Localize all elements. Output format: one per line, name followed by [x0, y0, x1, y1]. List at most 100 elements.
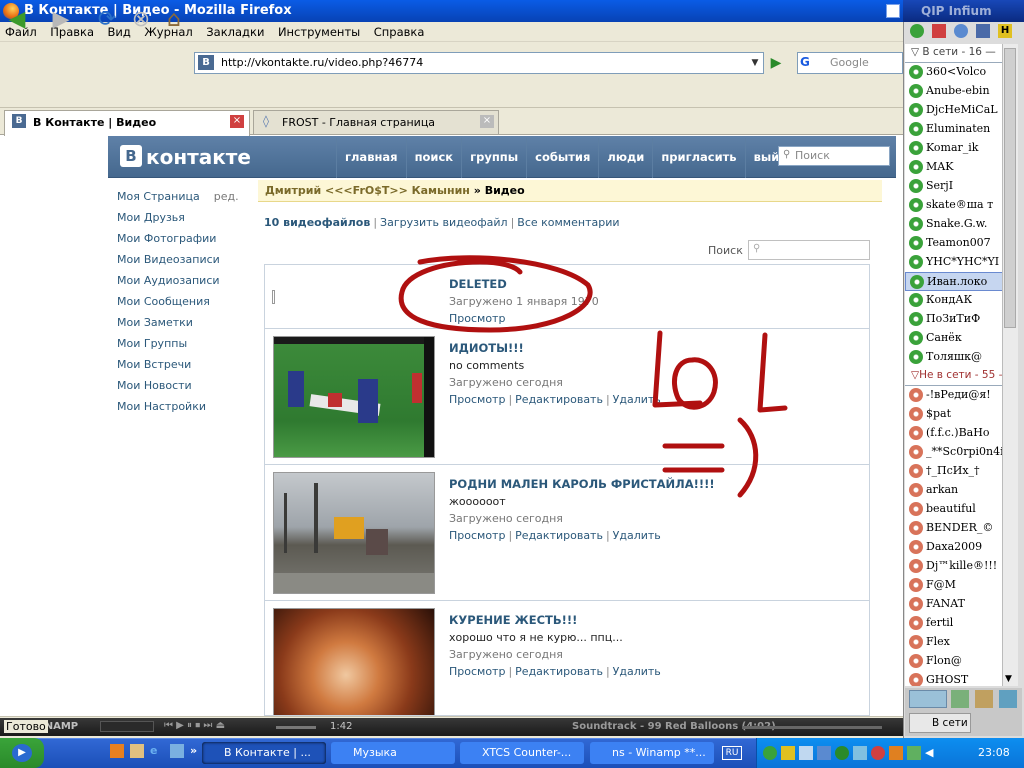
tab-close-icon[interactable]: × — [480, 115, 494, 128]
start-button[interactable]: ▶ — [0, 738, 44, 768]
tab-frost[interactable]: FROST - Главная страница — [253, 110, 499, 134]
view-link[interactable]: Просмотр — [449, 312, 505, 325]
menu-my-page[interactable]: Моя Страница ред. — [117, 190, 257, 211]
search-icon: ⚲ — [753, 243, 761, 254]
winamp-controls-icon[interactable]: ⏮ ▶ ⏸ ⏹ ⏭ ⏏ — [164, 720, 225, 731]
upload-video-link[interactable]: Загрузить видеофайл — [380, 216, 508, 229]
nav-invite[interactable]: пригласить — [652, 138, 744, 178]
tray-icon[interactable] — [799, 746, 813, 760]
video-title[interactable]: ИДИОТЫ!!! — [449, 341, 524, 355]
video-thumbnail[interactable] — [273, 336, 435, 458]
menu-my-friends[interactable]: Мои Друзья — [117, 211, 257, 232]
tab-close-icon[interactable]: × — [230, 115, 244, 128]
delete-link[interactable]: Удалить — [613, 665, 661, 678]
ie-icon[interactable]: e — [150, 744, 164, 758]
menu-tools[interactable]: Инструменты — [273, 22, 365, 42]
nav-search[interactable]: поиск — [405, 138, 462, 178]
url-dropdown-icon[interactable]: ▼ — [746, 53, 764, 73]
vk-logo-icon: B — [120, 145, 142, 167]
google-icon[interactable]: G — [800, 55, 814, 70]
edit-link[interactable]: Редактировать — [515, 665, 603, 678]
edit-link[interactable]: Редактировать — [515, 529, 603, 542]
all-comments-link[interactable]: Все комментарии — [517, 216, 619, 229]
menu-my-messages[interactable]: Мои Сообщения — [117, 295, 257, 316]
video-title[interactable]: DELETED — [449, 277, 507, 291]
edit-link[interactable]: Редактировать — [515, 393, 603, 406]
tray-icon[interactable] — [907, 746, 921, 760]
qip-history-icon[interactable]: H — [998, 24, 1012, 38]
menu-my-audio[interactable]: Мои Аудиозаписи — [117, 274, 257, 295]
scroll-down-icon[interactable]: ▼ — [1005, 674, 1012, 684]
qip-status-button[interactable]: В сети — [909, 713, 971, 733]
tray-icon[interactable] — [871, 746, 885, 760]
qip-contacts-icon[interactable] — [976, 24, 990, 38]
tray-icon[interactable] — [781, 746, 795, 760]
video-date: Загружено сегодня — [449, 648, 563, 661]
menu-my-notes[interactable]: Мои Заметки — [117, 316, 257, 337]
tray-icon[interactable] — [835, 746, 849, 760]
nav-home[interactable]: главная — [336, 138, 406, 178]
qip-scrollbar[interactable]: ▼ — [1002, 44, 1018, 686]
edit-link[interactable]: ред. — [214, 190, 239, 203]
taskbar-music-folder[interactable]: Музыка — [331, 742, 455, 764]
winamp-seek-bar[interactable] — [742, 726, 882, 729]
qip-menu-button[interactable] — [909, 690, 947, 708]
quick-launch: e » — [110, 744, 200, 762]
taskbar-firefox[interactable]: В Контакте | ... — [202, 742, 326, 764]
menu-my-events[interactable]: Мои Встречи — [117, 358, 257, 379]
nav-people[interactable]: люди — [598, 138, 652, 178]
qip-search-icon[interactable] — [954, 24, 968, 38]
video-thumbnail[interactable] — [273, 608, 435, 715]
video-search-input[interactable] — [748, 240, 870, 260]
tray-icon[interactable] — [763, 746, 777, 760]
menu-help[interactable]: Справка — [369, 22, 430, 42]
qip-mail-icon[interactable] — [932, 24, 946, 38]
status-text: Готово — [4, 720, 48, 733]
qip-users-icon[interactable] — [975, 690, 993, 708]
tray-icon[interactable] — [853, 746, 867, 760]
reload-icon[interactable]: ⟳ — [94, 8, 120, 32]
tab-vkontakte[interactable]: В Контакте | Видео — [4, 110, 250, 136]
stop-icon[interactable]: ⊗ — [128, 8, 154, 32]
taskbar-counter-strike[interactable]: XTCS Counter-... — [460, 742, 584, 764]
qip-status-icon[interactable] — [910, 24, 924, 38]
nav-events[interactable]: события — [526, 138, 598, 178]
search-icon: ⚲ — [783, 149, 791, 160]
delete-link[interactable]: Удалить — [613, 529, 661, 542]
view-link[interactable]: Просмотр — [449, 665, 505, 678]
menu-my-news[interactable]: Мои Новости — [117, 379, 257, 400]
qip-settings-icon[interactable] — [999, 690, 1017, 708]
ql-more-icon[interactable]: » — [190, 744, 197, 762]
forward-arrow-icon[interactable]: ▶ — [48, 8, 74, 32]
tray-icon[interactable] — [817, 746, 831, 760]
minimize-button[interactable] — [886, 4, 900, 18]
breadcrumb-user-link[interactable]: Дмитрий <<<FrO$T>> Камынин — [265, 184, 470, 197]
menu-my-videos[interactable]: Мои Видеозаписи — [117, 253, 257, 274]
language-indicator[interactable]: RU — [722, 746, 742, 760]
vk-logo[interactable]: Bконтакте — [120, 145, 251, 169]
url-bar[interactable]: http://vkontakte.ru/video.php?46774 — [194, 52, 764, 74]
home-icon[interactable]: ⌂ — [161, 8, 187, 32]
ql-app-icon[interactable] — [110, 744, 124, 758]
tray-icon[interactable] — [889, 746, 903, 760]
view-link[interactable]: Просмотр — [449, 529, 505, 542]
video-item: ИДИОТЫ!!! no comments Загружено сегодня … — [265, 329, 869, 465]
video-title[interactable]: КУРЕНИЕ ЖЕСТЬ!!! — [449, 613, 577, 627]
qip-add-contact-icon[interactable] — [951, 690, 969, 708]
menu-bookmarks[interactable]: Закладки — [201, 22, 269, 42]
winamp-volume-slider[interactable] — [276, 726, 316, 729]
go-button[interactable]: ▶ — [765, 52, 787, 74]
delete-link[interactable]: Удалить — [613, 393, 661, 406]
menu-my-groups[interactable]: Мои Группы — [117, 337, 257, 358]
view-link[interactable]: Просмотр — [449, 393, 505, 406]
taskbar-winamp[interactable]: ns - Winamp **... — [590, 742, 714, 764]
video-thumbnail[interactable] — [273, 472, 435, 594]
menu-my-photos[interactable]: Мои Фотографии — [117, 232, 257, 253]
nav-groups[interactable]: группы — [461, 138, 526, 178]
ql-app-icon[interactable] — [170, 744, 184, 758]
menu-my-settings[interactable]: Мои Настройки — [117, 400, 257, 421]
ql-app-icon[interactable] — [130, 744, 144, 758]
back-arrow-icon[interactable]: ◀ — [4, 8, 30, 32]
video-title[interactable]: РОДНИ МАЛЕН КАРОЛЬ ФРИСТАЙЛА!!!! — [449, 477, 715, 491]
volume-icon[interactable]: ◀ — [925, 746, 939, 760]
